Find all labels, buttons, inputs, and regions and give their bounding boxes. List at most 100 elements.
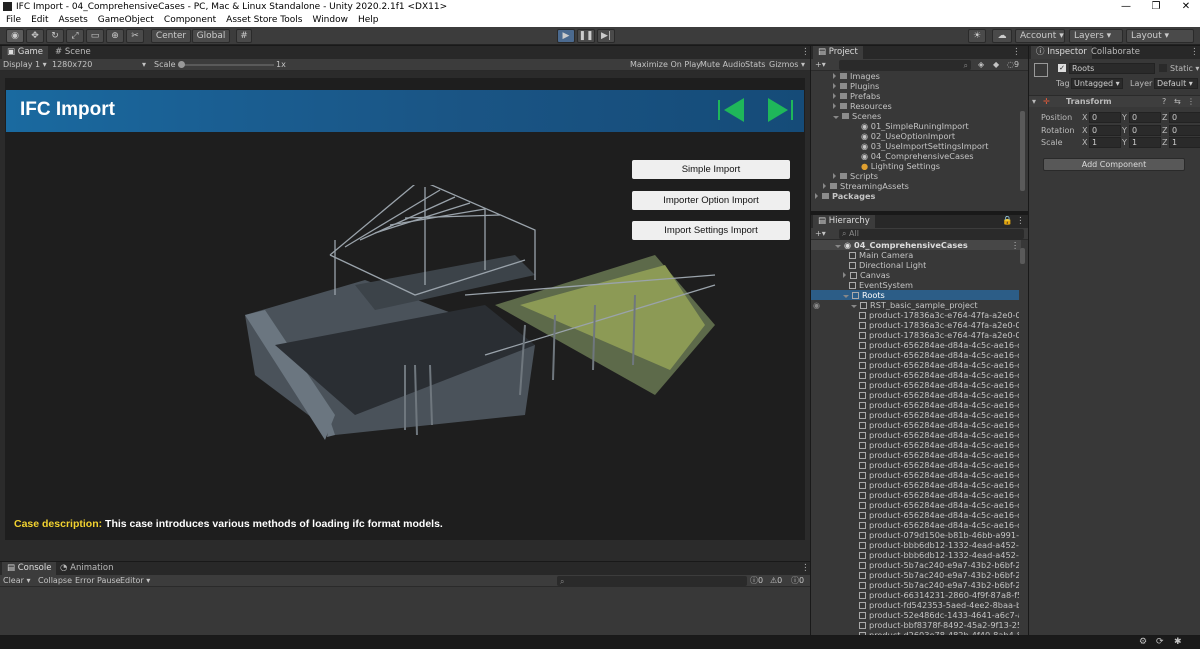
pivot-center-toggle[interactable]: Center — [151, 29, 191, 43]
hierarchy-product-item[interactable]: product-17836a3c-e764-47fa-a2e0-0l — [859, 320, 1019, 330]
folder-scenes[interactable]: Scenes — [833, 111, 881, 121]
folder-resources[interactable]: Resources — [833, 101, 892, 111]
folder-prefabs[interactable]: Prefabs — [833, 91, 880, 101]
component-menu-icon[interactable]: ⋮ — [1187, 97, 1195, 106]
static-checkbox[interactable] — [1159, 64, 1167, 72]
import-settings-import-button[interactable]: Import Settings Import — [632, 221, 790, 240]
importer-option-import-button[interactable]: Importer Option Import — [632, 191, 790, 210]
hierarchy-product-item[interactable]: product-656284ae-d84a-4c5c-ae16-dl — [859, 510, 1019, 520]
hierarchy-product-item[interactable]: product-d2603e78-482b-4f40-8ab4-8 — [859, 630, 1019, 635]
transform-scale-x-input[interactable]: 1 — [1089, 137, 1121, 148]
tab-game[interactable]: ▣ Game — [2, 46, 49, 59]
progress-icon[interactable]: ⟳ — [1156, 637, 1164, 647]
mute-audio-toggle[interactable]: Mute Audio — [700, 59, 745, 71]
hierarchy-product-item[interactable]: product-656284ae-d84a-4c5c-ae16-dl — [859, 380, 1019, 390]
console-log-area[interactable] — [0, 587, 810, 635]
stats-toggle[interactable]: Stats — [745, 59, 765, 71]
clear-button[interactable]: Clear ▾ — [3, 575, 30, 587]
cloud-icon[interactable]: ☁ — [992, 29, 1012, 43]
hierarchy-product-item[interactable]: product-656284ae-d84a-4c5c-ae16-dl — [859, 360, 1019, 370]
transform-tool-icon[interactable]: ⊕ — [106, 29, 124, 43]
gizmos-dropdown[interactable]: Gizmos ▾ — [769, 59, 805, 71]
account-dropdown[interactable]: Account ▾ — [1015, 29, 1065, 43]
pivot-global-toggle[interactable]: Global — [192, 29, 230, 43]
hierarchy-product-item[interactable]: product-bbb6db12-1332-4ead-a452-2t — [859, 550, 1019, 560]
hierarchy-product-item[interactable]: product-079d150e-b81b-46bb-a991-2t — [859, 530, 1019, 540]
scale-slider-thumb[interactable] — [178, 61, 185, 68]
hierarchy-product-item[interactable]: product-656284ae-d84a-4c5c-ae16-dl — [859, 410, 1019, 420]
minimize-icon[interactable]: — — [1112, 0, 1140, 14]
error-count[interactable]: ⓘ0 — [791, 575, 804, 587]
folder-packages[interactable]: Packages — [815, 191, 875, 201]
hierarchy-product-item[interactable]: product-17836a3c-e764-47fa-a2e0-0l — [859, 330, 1019, 340]
hierarchy-product-item[interactable]: product-17836a3c-e764-47fa-a2e0-0l — [859, 310, 1019, 320]
hierarchy-product-item[interactable]: product-bbf8378f-8492-45a2-9f13-25c — [859, 620, 1019, 630]
layers-dropdown[interactable]: Layers ▾ — [1069, 29, 1123, 43]
hierarchy-add-icon[interactable]: +▾ — [815, 228, 826, 240]
filter-label-icon[interactable]: ◆ — [993, 59, 999, 71]
folder-scripts[interactable]: Scripts — [833, 171, 878, 181]
resolution-arrow-icon[interactable]: ▾ — [142, 59, 146, 71]
rect-tool-icon[interactable]: ▭ — [86, 29, 104, 43]
add-component-button[interactable]: Add Component — [1043, 158, 1185, 171]
hierarchy-product-item[interactable]: product-66314231-2860-4f9f-87a8-f5l — [859, 590, 1019, 600]
tab-console[interactable]: ▤ Console — [2, 562, 57, 575]
maximize-on-play-toggle[interactable]: Maximize On Play — [630, 59, 701, 71]
maximize-icon[interactable]: ❐ — [1142, 0, 1170, 14]
hidden-packages-icon[interactable]: ◌9 — [1007, 59, 1019, 71]
previous-arrow-icon[interactable] — [718, 97, 748, 123]
tab-animation[interactable]: ◔ Animation — [55, 562, 118, 575]
services-icon[interactable]: ☀ — [968, 29, 986, 43]
hierarchy-product-item[interactable]: product-656284ae-d84a-4c5c-ae16-dl — [859, 470, 1019, 480]
inspector-menu-icon[interactable]: ⋮ — [1185, 46, 1200, 59]
static-dropdown[interactable]: Static ▾ — [1170, 64, 1199, 73]
tab-project[interactable]: ▤ Project — [813, 46, 863, 59]
filter-type-icon[interactable]: ◈ — [978, 59, 984, 71]
hierarchy-product-item[interactable]: product-656284ae-d84a-4c5c-ae16-dl — [859, 480, 1019, 490]
rotate-tool-icon[interactable]: ↻ — [46, 29, 64, 43]
hierarchy-product-item[interactable]: product-656284ae-d84a-4c5c-ae16-dl — [859, 460, 1019, 470]
hierarchy-product-item[interactable]: product-656284ae-d84a-4c5c-ae16-dl — [859, 340, 1019, 350]
project-menu-icon[interactable]: ⋮ — [1007, 46, 1026, 59]
project-add-icon[interactable]: +▾ — [815, 59, 826, 71]
tab-scene[interactable]: # Scene — [50, 46, 96, 59]
transform-rotation-z-input[interactable]: 0 — [1169, 124, 1200, 136]
settings-icon[interactable]: ✱ — [1174, 637, 1182, 647]
hierarchy-product-item[interactable]: product-656284ae-d84a-4c5c-ae16-dl — [859, 500, 1019, 510]
object-name-input[interactable]: Roots — [1069, 63, 1155, 74]
menu-asset-store-tools[interactable]: Asset Store Tools — [226, 15, 302, 25]
scale-tool-icon[interactable]: ⤢ — [66, 29, 84, 43]
menu-component[interactable]: Component — [164, 15, 216, 25]
scene-04[interactable]: ◉ 04_ComprehensiveCases — [861, 151, 974, 161]
hierarchy-product-item[interactable]: product-5b7ac240-e9a7-43b2-b6bf-2e — [859, 580, 1019, 590]
editor-dropdown[interactable]: Editor ▾ — [120, 575, 150, 587]
error-pause-toggle[interactable]: Error Pause — [75, 575, 121, 587]
lighting-settings[interactable]: ● Lighting Settings — [861, 161, 940, 171]
layout-dropdown[interactable]: Layout ▾ — [1126, 29, 1194, 43]
hierarchy-product-item[interactable]: product-656284ae-d84a-4c5c-ae16-dl — [859, 430, 1019, 440]
info-count[interactable]: ⓘ0 — [750, 575, 763, 587]
transform-rotation-y-input[interactable]: 0 — [1129, 124, 1161, 136]
transform-header[interactable]: ▾ ✛ Transform ? ⇆ ⋮ — [1029, 95, 1200, 107]
layer-dropdown[interactable]: Default ▾ — [1154, 78, 1198, 89]
preset-icon[interactable]: ⇆ — [1174, 97, 1181, 106]
collapse-toggle[interactable]: Collapse — [38, 575, 72, 587]
hierarchy-product-item[interactable]: product-656284ae-d84a-4c5c-ae16-dl — [859, 350, 1019, 360]
transform-scale-y-input[interactable]: 1 — [1129, 137, 1161, 148]
move-tool-icon[interactable]: ✥ — [26, 29, 44, 43]
next-arrow-icon[interactable] — [764, 97, 794, 123]
scene-01[interactable]: ◉ 01_SimpleRuningImport — [861, 121, 969, 131]
transform-rotation-x-input[interactable]: 0 — [1089, 124, 1121, 136]
project-scrollbar[interactable] — [1020, 111, 1025, 191]
transform-position-z-input[interactable]: 0 — [1169, 112, 1200, 123]
hierarchy-product-item[interactable]: product-fd542353-5aed-4ee2-8baa-b1 — [859, 600, 1019, 610]
hierarchy-scrollbar[interactable] — [1020, 248, 1025, 264]
folder-streaming-assets[interactable]: StreamingAssets — [823, 181, 909, 191]
menu-assets[interactable]: Assets — [59, 15, 88, 25]
hierarchy-product-item[interactable]: product-5b7ac240-e9a7-43b2-b6bf-2e — [859, 560, 1019, 570]
warning-count[interactable]: ⚠0 — [770, 575, 782, 587]
pause-button[interactable]: ❚❚ — [577, 29, 595, 43]
scene-03[interactable]: ◉ 03_UseImportSettingsImport — [861, 141, 989, 151]
tab-inspector[interactable]: ⓘ Inspector — [1031, 46, 1092, 59]
hierarchy-product-item[interactable]: product-656284ae-d84a-4c5c-ae16-dl — [859, 440, 1019, 450]
